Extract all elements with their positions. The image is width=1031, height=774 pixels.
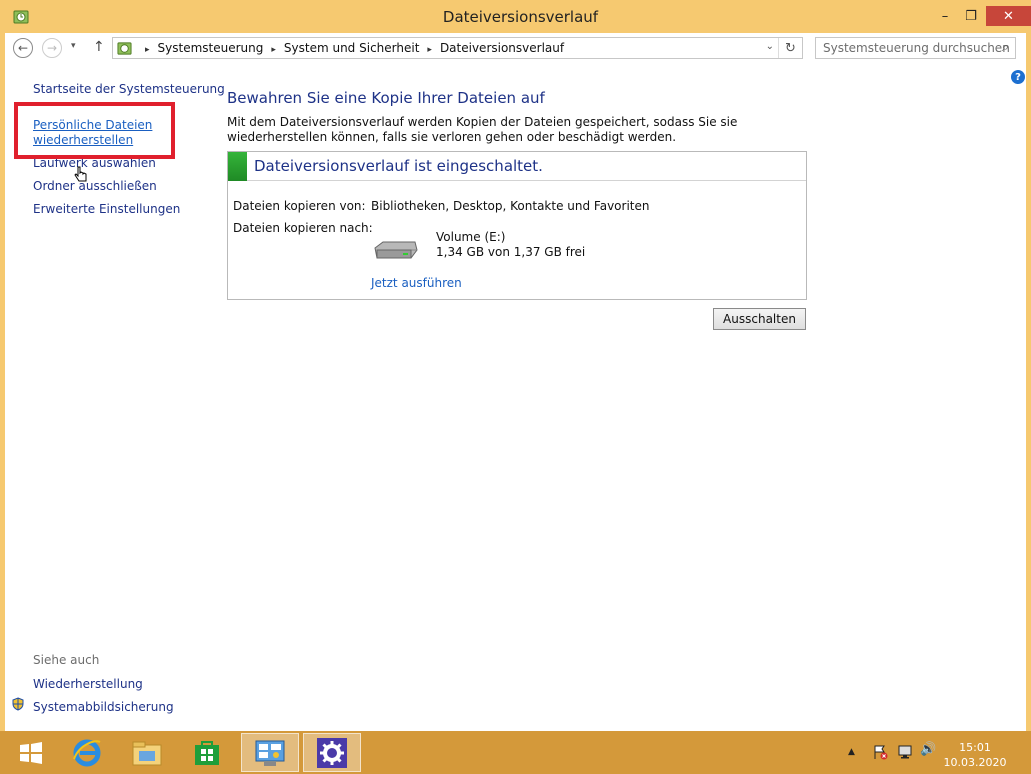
breadcrumb: ▸ Systemsteuerung ▸ System und Sicherheit ▸ D… [137,41,564,55]
address-bar[interactable]: ▸ Systemsteuerung ▸ System und Sicherheit ▸ D… [112,37,803,59]
file-explorer-button[interactable] [118,733,176,772]
forward-button[interactable]: → [42,38,62,58]
internet-explorer-button[interactable] [58,733,116,772]
control-panel-taskbar-button[interactable] [241,733,299,772]
recovery-link[interactable]: Wiederherstellung [33,677,143,691]
drive-space: 1,34 GB von 1,37 GB frei [436,245,586,259]
hand-cursor-icon [74,166,88,188]
search-placeholder: Systemsteuerung durchsuchen [823,41,1010,55]
see-also-heading: Siehe auch [33,653,100,667]
status-text: Dateiversionsverlauf ist eingeschaltet. [254,157,543,175]
control-panel-icon [117,42,132,55]
shield-icon [12,697,24,711]
recent-locations-icon[interactable]: ▾ [71,41,76,51]
status-indicator [228,152,247,181]
search-icon[interactable]: ⌕ [1002,40,1009,55]
title-bar[interactable]: Dateiversionsverlauf – ❐ ✕ [5,0,1031,33]
clock[interactable]: 15:01 10.03.2020 [940,740,1010,770]
copy-from-label: Dateien kopieren von: [233,199,366,213]
action-center-flag-icon[interactable] [872,744,888,760]
show-hidden-icons-button[interactable]: ▲ [848,747,855,757]
window-title: Dateiversionsverlauf [442,8,599,26]
start-button[interactable] [2,733,60,772]
highlight-box [14,102,175,159]
status-panel: Dateiversionsverlauf ist eingeschaltet. … [227,151,807,300]
breadcrumb-separator-icon[interactable]: ▸ [271,45,276,55]
breadcrumb-separator-icon[interactable]: ▸ [427,45,432,55]
help-icon[interactable]: ? [1011,70,1025,84]
minimize-button[interactable]: – [932,6,958,26]
turn-off-button[interactable]: Ausschalten [713,308,806,330]
breadcrumb-separator-icon: ▸ [145,45,150,55]
internet-explorer-icon [73,739,101,766]
gear-icon [317,737,347,768]
advanced-settings-link[interactable]: Erweiterte Einstellungen [33,202,180,216]
folder-icon [132,741,162,765]
network-icon[interactable] [897,744,913,760]
back-button[interactable]: ← [13,38,33,58]
refresh-button[interactable]: ↻ [778,38,802,58]
drive-name: Volume (E:) [436,230,506,244]
content-area: ← → ▾ ↑ ▸ Systemsteuerung ▸ System und Sich… [5,33,1026,731]
copy-to-label: Dateien kopieren nach: [233,221,373,235]
status-header: Dateiversionsverlauf ist eingeschaltet. [228,152,806,181]
page-description: Mit dem Dateiversionsverlauf werden Kopi… [227,115,738,144]
clock-date: 10.03.2020 [943,756,1007,769]
store-icon [195,740,219,765]
close-button[interactable]: ✕ [986,6,1031,26]
taskbar: ▲ 🔊 15:01 10.03.2020 [0,731,1031,774]
up-button[interactable]: ↑ [93,39,105,55]
run-now-link[interactable]: Jetzt ausführen [371,276,462,290]
maximize-button[interactable]: ❐ [958,6,984,26]
store-button[interactable] [178,733,236,772]
control-panel-icon [255,740,285,766]
breadcrumb-item[interactable]: Systemsteuerung [158,41,264,55]
breadcrumb-item[interactable]: System und Sicherheit [284,41,420,55]
copy-from-value: Bibliotheken, Desktop, Kontakte und Favo… [371,199,650,213]
control-panel-home-link[interactable]: Startseite der Systemsteuerung [33,82,225,96]
volume-icon[interactable]: 🔊 [920,742,936,757]
exclude-folders-link[interactable]: Ordner ausschließen [33,179,157,193]
search-input[interactable]: Systemsteuerung durchsuchen ⌕ [815,37,1016,59]
settings-taskbar-button[interactable] [303,733,361,772]
system-image-backup-link[interactable]: Systemabbildsicherung [33,700,174,714]
windows-logo-icon [20,741,42,764]
drive-icon [374,241,418,259]
page-heading: Bewahren Sie eine Kopie Ihrer Dateien au… [227,89,545,107]
breadcrumb-item[interactable]: Dateiversionsverlauf [440,41,564,55]
clock-time: 15:01 [959,741,991,754]
address-dropdown-icon[interactable]: ⌄ [766,41,774,52]
navigation-bar: ← → ▾ ↑ ▸ Systemsteuerung ▸ System und Sich… [5,33,1026,63]
